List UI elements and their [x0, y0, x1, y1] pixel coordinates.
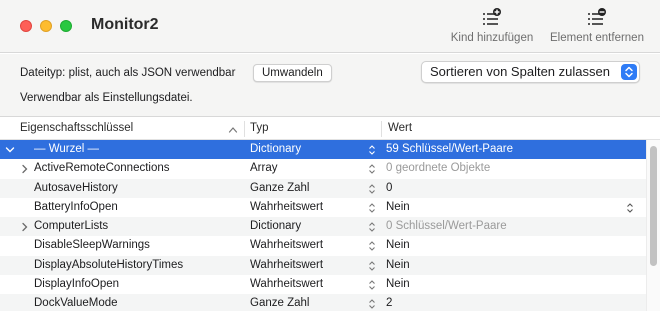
row-type[interactable]: Dictionary [250, 143, 301, 155]
row-value[interactable]: Nein [386, 201, 410, 213]
row-key: DockValueMode [34, 297, 118, 310]
remove-item-label: Element entfernen [550, 32, 644, 44]
row-type[interactable]: Ganze Zahl [250, 297, 309, 309]
file-type-text: Dateityp: plist, auch als JSON verwendba… [20, 67, 236, 79]
row-type[interactable]: Array [250, 162, 277, 174]
column-header-value[interactable]: Wert [388, 122, 412, 134]
row-type[interactable]: Wahrheitswert [250, 278, 323, 290]
row-type[interactable]: Wahrheitswert [250, 201, 323, 213]
window-title: Monitor2 [91, 16, 159, 33]
type-stepper-icon[interactable] [368, 145, 376, 158]
scrollbar-thumb[interactable] [650, 146, 657, 266]
table-row[interactable]: AutosaveHistory Ganze Zahl 0 [0, 178, 660, 198]
settings-file-note: Verwendbar als Einstellungsdatei. [20, 92, 193, 104]
row-key: — Wurzel — [34, 143, 99, 155]
row-value[interactable]: Nein [386, 239, 410, 251]
type-stepper-icon[interactable] [368, 261, 376, 274]
row-key: DisplayInfoOpen [34, 278, 120, 291]
row-value[interactable]: Nein [386, 259, 410, 271]
row-type[interactable]: Ganze Zahl [250, 182, 309, 194]
type-stepper-icon[interactable] [368, 183, 376, 197]
plist-editor-window: Monitor2 Kind hinzufügen Element entfern… [0, 0, 660, 311]
type-stepper-icon[interactable] [368, 299, 376, 311]
row-value: 59 Schlüssel/Wert-Paare [386, 143, 513, 155]
popup-stepper-icon [621, 64, 637, 80]
vertical-scrollbar[interactable] [646, 140, 660, 311]
zoom-window-button[interactable] [60, 20, 72, 32]
column-divider[interactable] [244, 121, 245, 137]
row-type[interactable]: Dictionary [250, 220, 301, 232]
sort-ascending-icon[interactable] [228, 123, 238, 137]
row-key: DisplayAbsoluteHistoryTimes [34, 258, 184, 271]
type-stepper-icon[interactable] [368, 280, 376, 293]
convert-button[interactable]: Umwandeln [253, 64, 332, 82]
sort-columns-selected: Sortieren von Spalten zulassen [430, 64, 610, 79]
remove-item-icon [588, 8, 606, 25]
row-value[interactable]: 0 [386, 182, 392, 194]
column-divider[interactable] [381, 121, 382, 137]
table-row[interactable]: DisplayInfoOpen Wahrheitswert Nein [0, 275, 660, 294]
row-value[interactable]: Nein [386, 278, 410, 290]
close-window-button[interactable] [20, 20, 32, 32]
row-key: ActiveRemoteConnections [34, 162, 170, 175]
row-key: BatteryInfoOpen [34, 200, 118, 213]
row-key: ComputerLists [34, 220, 109, 233]
row-value: 0 geordnete Objekte [386, 162, 491, 175]
type-stepper-icon[interactable] [368, 222, 376, 235]
row-type[interactable]: Wahrheitswert [250, 259, 323, 271]
file-info-panel: Dateityp: plist, auch als JSON verwendba… [0, 54, 660, 117]
type-stepper-icon[interactable] [368, 203, 376, 216]
table-row[interactable]: ComputerLists Dictionary 0 Schlüssel/Wer… [0, 217, 660, 237]
type-stepper-icon[interactable] [368, 164, 376, 177]
row-key: DisableSleepWarnings [34, 239, 150, 252]
column-header-key[interactable]: Eigenschaftsschlüssel [20, 122, 133, 134]
table-row[interactable]: DisableSleepWarnings Wahrheitswert Nein [0, 236, 660, 255]
table-row[interactable]: DisplayAbsoluteHistoryTimes Wahrheitswer… [0, 255, 660, 276]
property-table-body: — Wurzel — Dictionary 59 Schlüssel/Wert-… [0, 140, 660, 311]
row-value[interactable]: 2 [386, 297, 392, 309]
row-value: 0 Schlüssel/Wert-Paare [386, 220, 507, 233]
table-row-root[interactable]: — Wurzel — Dictionary 59 Schlüssel/Wert-… [0, 140, 660, 160]
value-popup-icon[interactable] [626, 203, 634, 216]
disclosure-collapsed-icon[interactable] [21, 164, 29, 177]
add-child-button[interactable]: Kind hinzufügen [449, 8, 535, 44]
type-stepper-icon[interactable] [368, 241, 376, 254]
table-header: Eigenschaftsschlüssel Typ Wert [0, 118, 660, 140]
add-child-label: Kind hinzufügen [450, 32, 534, 44]
disclosure-collapsed-icon[interactable] [21, 222, 29, 235]
column-header-type[interactable]: Typ [250, 122, 269, 134]
row-type[interactable]: Wahrheitswert [250, 239, 323, 251]
add-child-icon [483, 8, 501, 25]
row-key: AutosaveHistory [34, 181, 118, 194]
table-row[interactable]: BatteryInfoOpen Wahrheitswert Nein [0, 198, 660, 217]
table-row[interactable]: ActiveRemoteConnections Array 0 geordnet… [0, 159, 660, 178]
table-row[interactable]: DockValueMode Ganze Zahl 2 [0, 294, 660, 311]
toolbar: Monitor2 Kind hinzufügen Element entfern… [0, 0, 660, 53]
remove-item-button[interactable]: Element entfernen [548, 8, 646, 44]
sort-columns-select[interactable]: Sortieren von Spalten zulassen [421, 61, 640, 83]
disclosure-expanded-icon[interactable] [5, 145, 15, 157]
minimize-window-button[interactable] [40, 20, 52, 32]
